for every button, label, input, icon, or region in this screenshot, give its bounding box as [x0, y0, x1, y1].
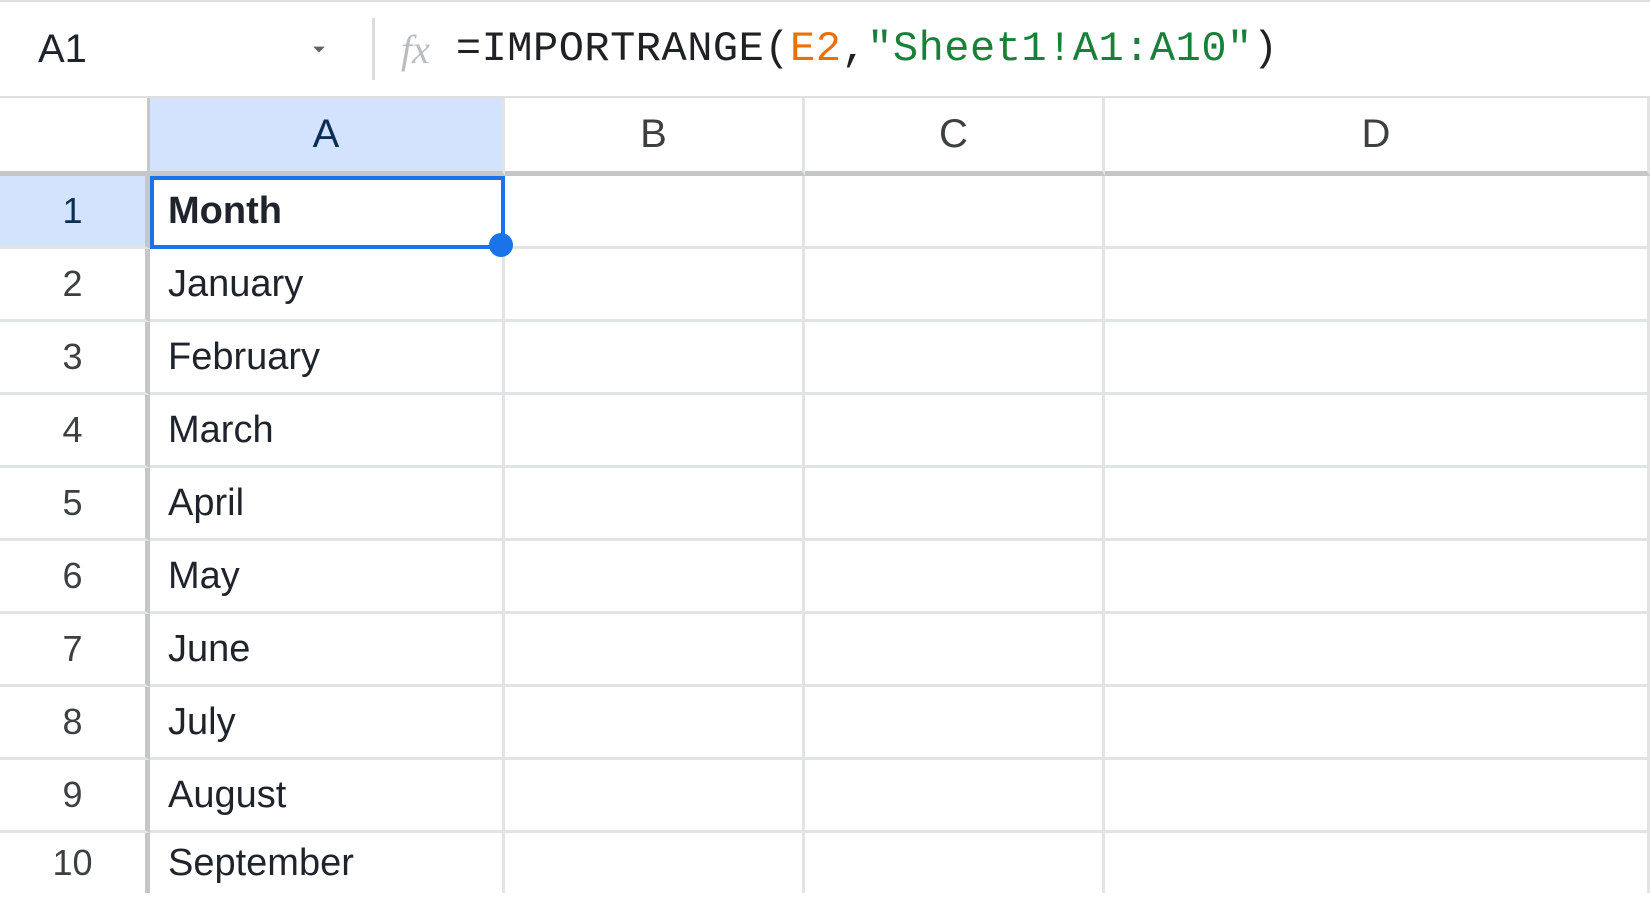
cell-d1[interactable]	[1105, 176, 1650, 249]
cell-d9[interactable]	[1105, 760, 1650, 833]
formula-input[interactable]: =IMPORTRANGE(E2,"Sheet1!A1:A10")	[456, 25, 1279, 73]
row-header-3[interactable]: 3	[0, 322, 150, 395]
row-header-10[interactable]: 10	[0, 833, 150, 893]
formula-token: =IMPORTRANGE(	[456, 25, 790, 73]
cell-a8[interactable]: July	[150, 687, 505, 760]
row-header-7[interactable]: 7	[0, 614, 150, 687]
formula-token: E2	[790, 25, 841, 73]
cell-b4[interactable]	[505, 395, 805, 468]
name-box-dropdown[interactable]	[291, 2, 346, 96]
formula-token: "Sheet1!A1:A10"	[867, 25, 1253, 73]
cell-a7[interactable]: June	[150, 614, 505, 687]
row-4: 4 March	[0, 395, 1650, 468]
row-header-4[interactable]: 4	[0, 395, 150, 468]
cell-c8[interactable]	[805, 687, 1105, 760]
cell-d10[interactable]	[1105, 833, 1650, 893]
cell-b2[interactable]	[505, 249, 805, 322]
column-header-c[interactable]: C	[805, 98, 1105, 176]
cell-d8[interactable]	[1105, 687, 1650, 760]
name-box[interactable]: A1	[36, 2, 346, 96]
cell-b1[interactable]	[505, 176, 805, 249]
row-header-8[interactable]: 8	[0, 687, 150, 760]
cell-d3[interactable]	[1105, 322, 1650, 395]
cell-c2[interactable]	[805, 249, 1105, 322]
formula-token: ,	[841, 25, 867, 73]
cell-a4[interactable]: March	[150, 395, 505, 468]
chevron-down-icon	[305, 35, 333, 63]
fx-icon: fx	[401, 26, 430, 73]
row-header-5[interactable]: 5	[0, 468, 150, 541]
formula-bar: A1 fx =IMPORTRANGE(E2,"Sheet1!A1:A10")	[0, 0, 1650, 98]
cell-a6[interactable]: May	[150, 541, 505, 614]
row-9: 9 August	[0, 760, 1650, 833]
cell-d7[interactable]	[1105, 614, 1650, 687]
row-header-2[interactable]: 2	[0, 249, 150, 322]
formula-token: )	[1253, 25, 1279, 73]
cell-b7[interactable]	[505, 614, 805, 687]
cell-a5[interactable]: April	[150, 468, 505, 541]
row-8: 8 July	[0, 687, 1650, 760]
cell-a1[interactable]: Month	[150, 176, 505, 249]
cell-c3[interactable]	[805, 322, 1105, 395]
row-3: 3 February	[0, 322, 1650, 395]
cell-b9[interactable]	[505, 760, 805, 833]
row-7: 7 June	[0, 614, 1650, 687]
cell-b8[interactable]	[505, 687, 805, 760]
row-header-1[interactable]: 1	[0, 176, 150, 249]
cell-b3[interactable]	[505, 322, 805, 395]
cell-b10[interactable]	[505, 833, 805, 893]
name-box-value: A1	[36, 27, 291, 72]
cell-d2[interactable]	[1105, 249, 1650, 322]
cell-a3[interactable]: February	[150, 322, 505, 395]
divider	[372, 18, 375, 80]
cell-a2[interactable]: January	[150, 249, 505, 322]
column-header-a[interactable]: A	[150, 98, 505, 176]
row-2: 2 January	[0, 249, 1650, 322]
cell-c1[interactable]	[805, 176, 1105, 249]
cell-c10[interactable]	[805, 833, 1105, 893]
cell-b6[interactable]	[505, 541, 805, 614]
row-1: 1 Month	[0, 176, 1650, 249]
column-header-row: A B C D	[0, 98, 1650, 176]
row-header-6[interactable]: 6	[0, 541, 150, 614]
cell-c9[interactable]	[805, 760, 1105, 833]
cell-a9[interactable]: August	[150, 760, 505, 833]
cell-a10[interactable]: September	[150, 833, 505, 893]
cell-d5[interactable]	[1105, 468, 1650, 541]
cell-d6[interactable]	[1105, 541, 1650, 614]
spreadsheet-grid: A B C D 1 Month 2 January 3 February 4 M…	[0, 98, 1650, 893]
cell-b5[interactable]	[505, 468, 805, 541]
column-header-b[interactable]: B	[505, 98, 805, 176]
row-10: 10 September	[0, 833, 1650, 893]
cell-c4[interactable]	[805, 395, 1105, 468]
column-header-d[interactable]: D	[1105, 98, 1650, 176]
cell-c5[interactable]	[805, 468, 1105, 541]
row-5: 5 April	[0, 468, 1650, 541]
cell-d4[interactable]	[1105, 395, 1650, 468]
cell-c7[interactable]	[805, 614, 1105, 687]
select-all-corner[interactable]	[0, 98, 150, 176]
row-header-9[interactable]: 9	[0, 760, 150, 833]
cell-c6[interactable]	[805, 541, 1105, 614]
row-6: 6 May	[0, 541, 1650, 614]
